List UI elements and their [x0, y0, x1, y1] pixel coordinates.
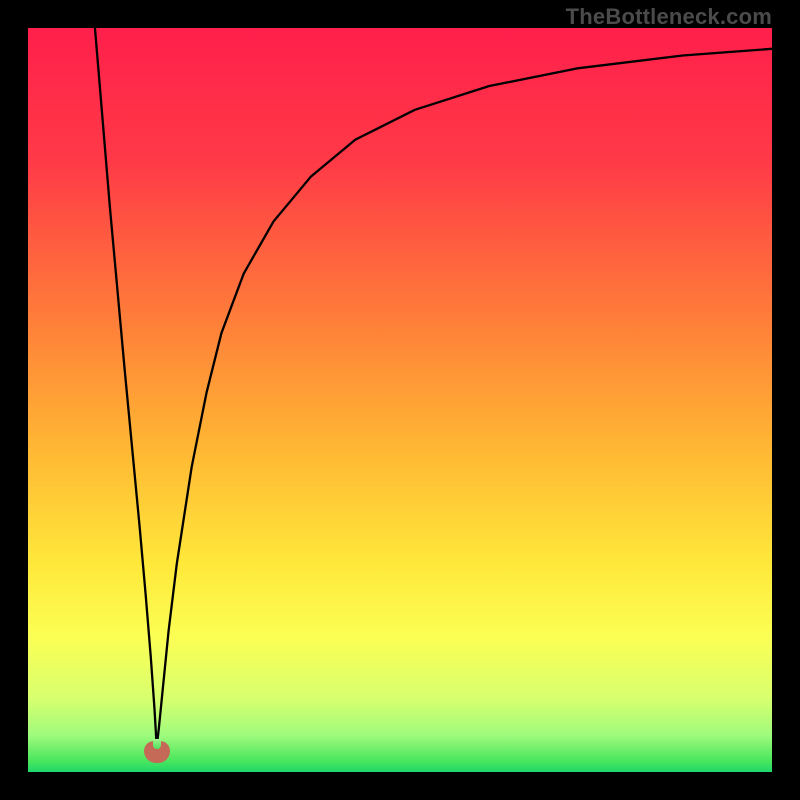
chart-frame: TheBottleneck.com [0, 0, 800, 800]
plot-area [28, 28, 772, 772]
minimum-marker [144, 741, 170, 763]
watermark-text: TheBottleneck.com [566, 4, 772, 30]
bottleneck-curve [28, 28, 772, 772]
